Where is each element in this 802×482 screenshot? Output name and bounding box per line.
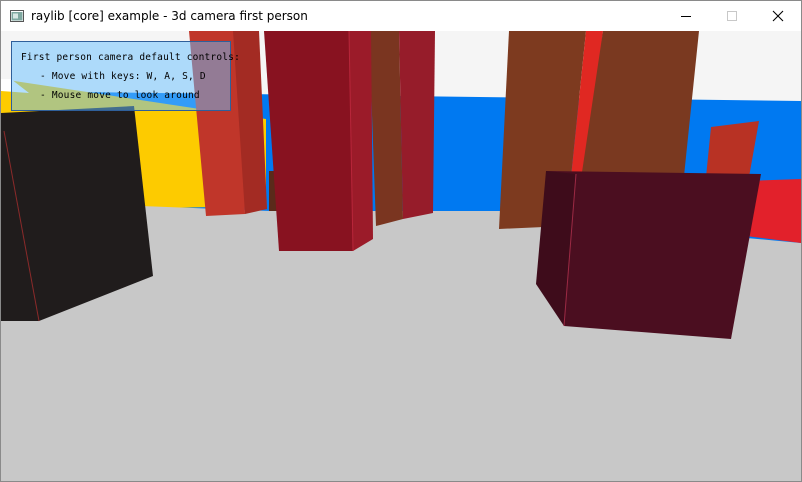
window-title: raylib [core] example - 3d camera first … xyxy=(31,9,308,23)
app-window: raylib [core] example - 3d camera first … xyxy=(0,0,802,482)
close-button[interactable] xyxy=(755,1,801,31)
cube-maroon-front xyxy=(546,171,761,339)
3d-viewport[interactable]: First person camera default controls: - … xyxy=(1,31,801,481)
window-controls xyxy=(663,1,801,31)
hud-move-instructions: - Move with keys: W, A, S, D xyxy=(40,71,206,82)
column-red-front xyxy=(264,31,353,251)
hud-heading: First person camera default controls: xyxy=(21,52,241,63)
maximize-button[interactable] xyxy=(709,1,755,31)
controls-hud-panel: First person camera default controls: - … xyxy=(11,41,240,111)
close-icon xyxy=(772,10,784,22)
column-red-mid xyxy=(399,31,435,219)
minimize-icon xyxy=(681,16,691,17)
title-bar[interactable]: raylib [core] example - 3d camera first … xyxy=(1,1,801,31)
minimize-button[interactable] xyxy=(663,1,709,31)
hud-look-instructions: - Mouse move to look around xyxy=(40,90,200,101)
raylib-window-icon xyxy=(10,10,24,22)
maximize-icon xyxy=(727,11,737,21)
